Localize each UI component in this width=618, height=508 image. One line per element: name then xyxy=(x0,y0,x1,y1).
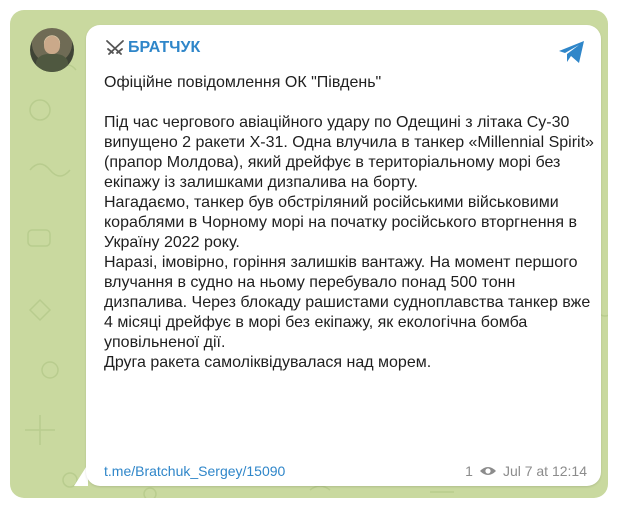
avatar-body xyxy=(36,54,68,72)
crossed-swords-icon xyxy=(106,40,124,55)
telegram-icon[interactable] xyxy=(557,39,587,65)
message-text: Офіційне повідомлення ОК "Південь" Під ч… xyxy=(104,73,594,373)
telegram-embed-frame: БРАТЧУК Офіційне повідомлення ОК "Півден… xyxy=(10,10,608,498)
channel-name[interactable]: БРАТЧУК xyxy=(128,39,200,57)
channel-avatar[interactable] xyxy=(30,28,74,72)
channel-header[interactable]: БРАТЧУК xyxy=(104,39,200,57)
view-count: 1 xyxy=(465,463,473,479)
message-bubble: БРАТЧУК Офіційне повідомлення ОК "Півден… xyxy=(86,25,601,486)
message-body: Під час чергового авіаційного удару по О… xyxy=(104,114,594,371)
message-meta: 1 Jul 7 at 12:14 xyxy=(465,463,587,479)
avatar-head xyxy=(44,36,60,54)
message-footer: t.me/Bratchuk_Sergey/15090 1 Jul 7 at 12… xyxy=(104,463,587,479)
timestamp: Jul 7 at 12:14 xyxy=(502,463,587,479)
message-title: Офіційне повідомлення ОК "Південь" xyxy=(104,74,382,91)
post-link[interactable]: t.me/Bratchuk_Sergey/15090 xyxy=(104,463,285,479)
eye-icon xyxy=(479,467,496,475)
